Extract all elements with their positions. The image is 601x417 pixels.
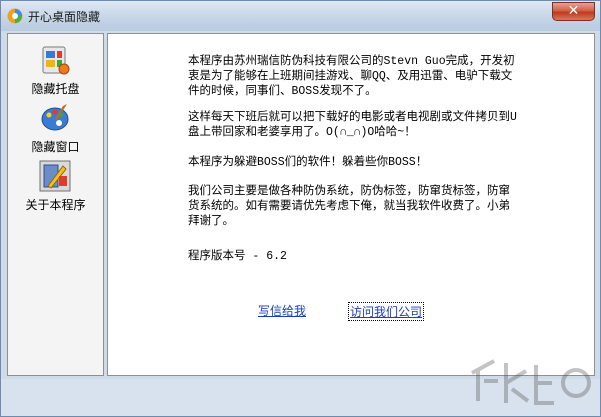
palette-window-icon <box>41 104 69 131</box>
version-text: 程序版本号 - 6.2 <box>188 250 287 263</box>
sidebar-item-label: 关于本程序 <box>25 198 86 212</box>
intro-paragraph: 本程序由苏州瑞信防伪科技有限公司的Stevn Guo完成，开发初衷是为了能够在上… <box>188 55 515 98</box>
close-button[interactable]: ✕ <box>552 2 595 21</box>
window-title: 开心桌面隐藏 <box>28 10 101 24</box>
watermark-logo-icon <box>471 359 591 405</box>
boss-paragraph: 本程序为躲避BOSS们的软件！躲着些你BOSS！ <box>188 156 428 169</box>
sidebar-item-label: 隐藏托盘 <box>31 82 80 96</box>
tray-hide-icon <box>42 46 70 75</box>
sidebar: 隐藏托盘 隐藏窗口 关于本程序 <box>7 33 104 376</box>
sidebar-item-label: 隐藏窗口 <box>31 140 80 154</box>
about-program-icon <box>39 160 71 192</box>
app-window: 开心桌面隐藏 ✕ 隐藏托盘 隐藏窗口 关于本程序 本程序由苏州瑞信防伪科技有限公… <box>0 0 601 417</box>
app-logo-icon <box>7 8 23 24</box>
write-to-me-link[interactable]: 写信给我 <box>258 302 306 319</box>
title-bar[interactable]: 开心桌面隐藏 ✕ <box>1 1 600 31</box>
visit-company-link[interactable]: 访问我们公司 <box>348 302 425 321</box>
about-panel: 本程序由苏州瑞信防伪科技有限公司的Stevn Guo完成，开发初衷是为了能够在上… <box>107 33 595 376</box>
sidebar-item-hide-tray[interactable]: 隐藏托盘 <box>8 42 103 100</box>
company-paragraph: 我们公司主要是做各种防伪系统，防伪标签，防窜货标签，防窜货系统的。如有需要请优先… <box>188 185 510 228</box>
sidebar-item-about[interactable]: 关于本程序 <box>8 158 103 216</box>
usage-paragraph: 这样每天下班后就可以把下载好的电影或者电视剧或文件拷贝到U盘上带回家和老婆享用了… <box>188 111 517 139</box>
sidebar-item-hide-window[interactable]: 隐藏窗口 <box>8 100 103 158</box>
